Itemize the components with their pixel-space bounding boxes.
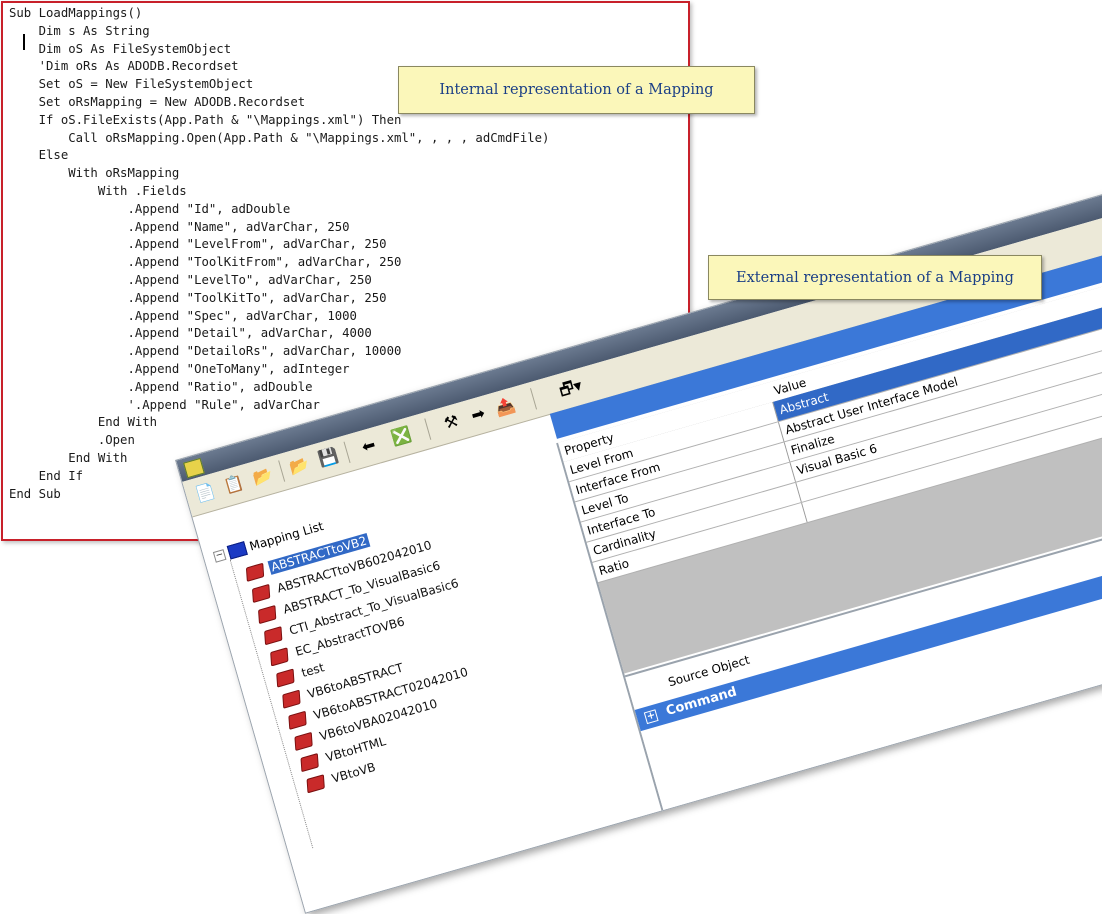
code-line: Call oRsMapping.Open(App.Path & "\Mappin… xyxy=(9,130,550,145)
book-icon xyxy=(276,668,295,688)
code-line: With .Fields xyxy=(9,183,187,198)
book-icon xyxy=(264,626,283,646)
book-icon xyxy=(288,710,307,730)
book-icon xyxy=(245,562,265,582)
export-icon[interactable]: 📤 xyxy=(489,392,521,422)
callout-external-text: External representation of a Mapping xyxy=(736,269,1014,286)
code-line: Else xyxy=(9,148,69,163)
book-icon xyxy=(251,583,271,604)
new-document-icon[interactable]: 📄 xyxy=(189,478,221,508)
code-line: .Append "ToolKitTo", adVarChar, 250 xyxy=(9,290,387,305)
toolbar-separator xyxy=(343,441,351,463)
arrow-left-icon[interactable]: ⬅ xyxy=(353,431,385,461)
save-icon[interactable]: 💾 xyxy=(312,443,344,473)
code-line: Sub LoadMappings() xyxy=(9,6,143,20)
toolbar-separator xyxy=(278,460,286,482)
book-icon xyxy=(294,731,313,752)
collapse-icon[interactable]: − xyxy=(212,548,227,563)
delete-icon[interactable]: ❎ xyxy=(386,422,418,452)
layout-dropdown-icon[interactable]: 🗗▾ xyxy=(555,373,587,403)
code-line: .Append "LevelFrom", adVarChar, 250 xyxy=(9,237,387,252)
folder-icon xyxy=(226,541,248,560)
code-line: .Append "Id", adDouble xyxy=(9,201,291,216)
code-line: .Append "Name", adVarChar, 250 xyxy=(9,219,350,234)
toolbar-separator xyxy=(530,388,538,410)
code-line: .Append "Spec", adVarChar, 1000 xyxy=(9,308,357,323)
expand-icon[interactable]: + xyxy=(643,709,659,725)
code-line: With oRsMapping xyxy=(9,166,180,181)
tree-items: ABSTRACTtoVB2 ABSTRACTtoVB602042010 ABSTRA… xyxy=(243,508,505,797)
tools-icon[interactable]: ⚒ xyxy=(436,407,468,437)
code-line: .Append "Detail", adVarChar, 4000 xyxy=(9,326,372,341)
code-line: If oS.FileExists(App.Path & "\Mappings.x… xyxy=(9,112,402,127)
code-line: .Append "ToolKitFrom", adVarChar, 250 xyxy=(9,255,402,270)
properties-icon[interactable]: 📋 xyxy=(218,470,250,500)
book-icon xyxy=(258,604,277,625)
toolbar-separator xyxy=(424,418,432,440)
open-file-icon[interactable]: 📂 xyxy=(284,451,316,481)
book-icon xyxy=(282,689,301,709)
callout-internal: Internal representation of a Mapping xyxy=(398,66,755,114)
code-line: .Append "LevelTo", adVarChar, 250 xyxy=(9,272,372,287)
command-label: Command xyxy=(664,684,739,720)
code-line: Dim oS As FileSystemObject xyxy=(9,41,232,56)
book-icon xyxy=(270,647,289,667)
callout-external: External representation of a Mapping xyxy=(708,255,1042,300)
book-icon xyxy=(300,752,319,773)
callout-internal-text: Internal representation of a Mapping xyxy=(439,82,714,98)
code-line: Dim s As String xyxy=(9,23,150,38)
open-folder-icon[interactable]: 📂 xyxy=(247,461,279,491)
code-line: .Append "DetailoRs", adVarChar, 10000 xyxy=(9,344,402,359)
text-caret xyxy=(23,34,25,50)
book-icon xyxy=(306,774,325,794)
arrow-right-icon[interactable]: ➡ xyxy=(462,400,494,430)
